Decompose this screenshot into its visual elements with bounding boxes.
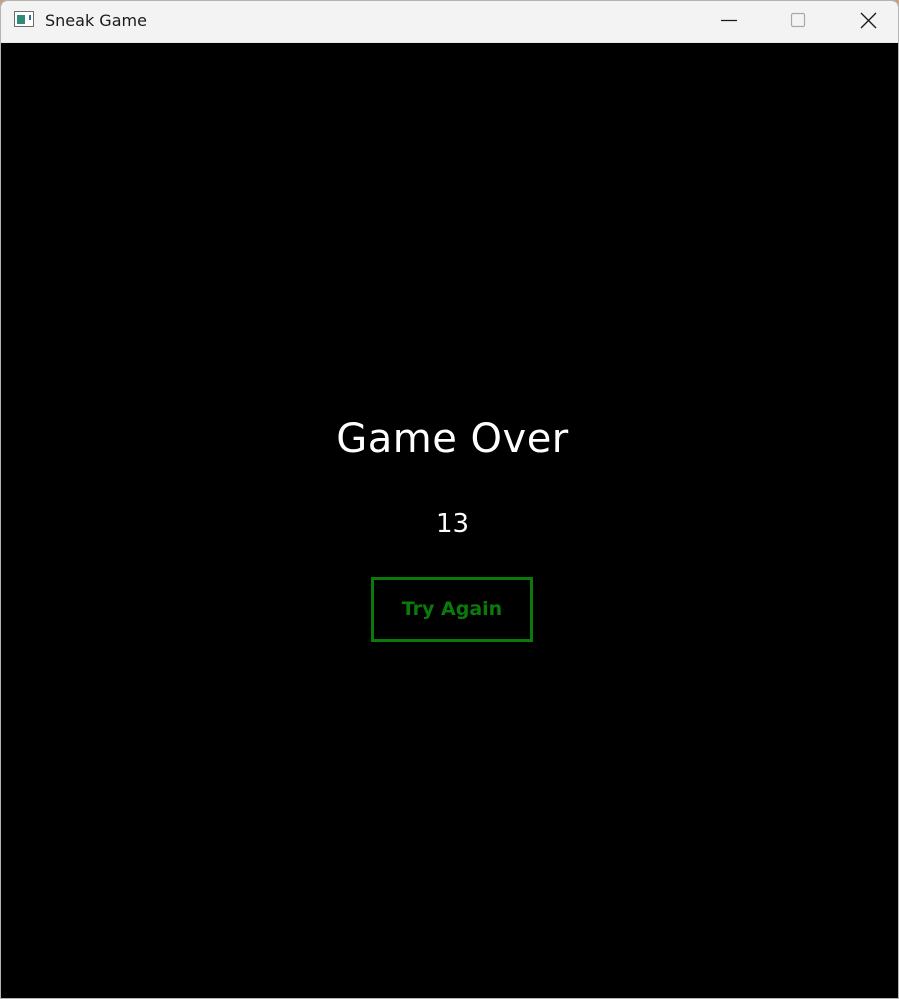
minimize-icon [721,19,737,22]
score-value: 13 [435,509,470,539]
close-icon [860,12,877,29]
maximize-button[interactable] [774,1,820,42]
app-icon-bar [29,15,31,20]
close-button[interactable] [845,1,891,42]
app-window: Sneak Game Game Over 13 Try Again [0,0,899,999]
try-again-button[interactable]: Try Again [371,577,533,642]
app-icon-pane [17,15,25,24]
title-bar[interactable]: Sneak Game [1,1,898,43]
minimize-button[interactable] [705,1,751,42]
app-icon [14,11,34,27]
window-title: Sneak Game [45,11,147,30]
game-canvas: Game Over 13 Try Again [1,43,898,998]
maximize-icon [790,12,806,28]
game-over-heading: Game Over [336,416,569,462]
